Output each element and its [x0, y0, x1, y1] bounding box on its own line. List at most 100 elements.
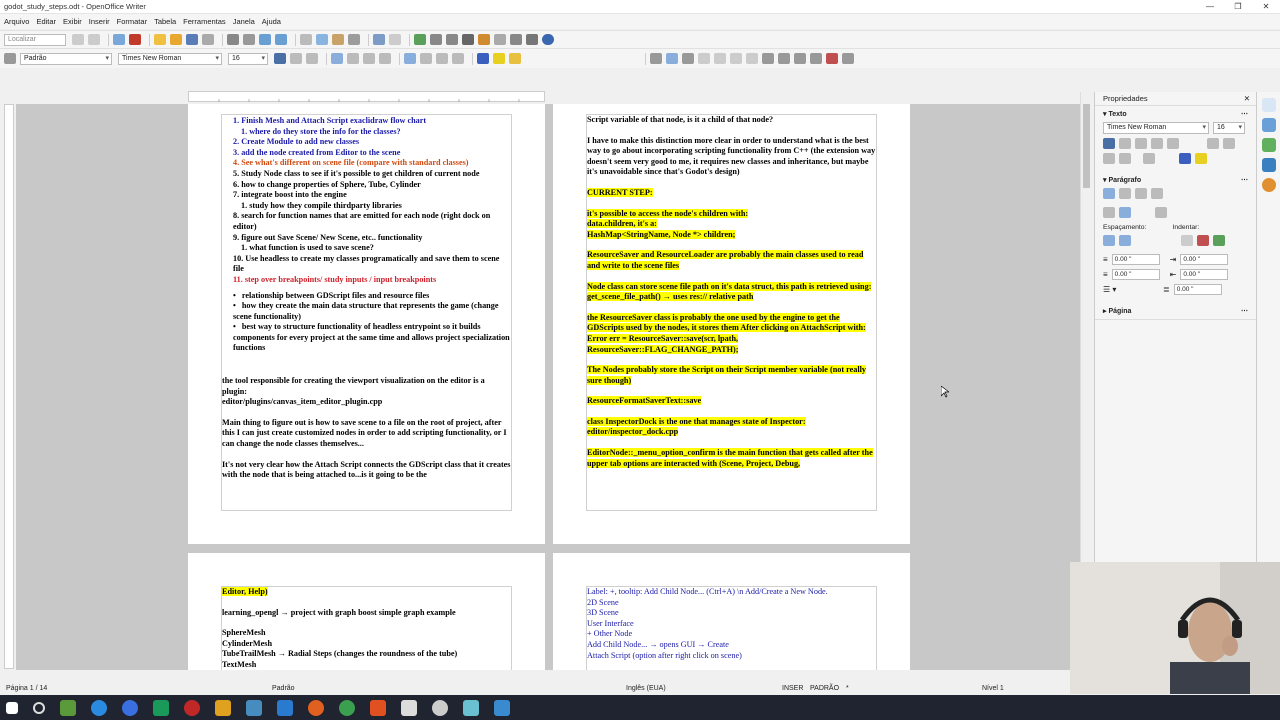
increase-indent-icon[interactable] — [1181, 235, 1193, 246]
export-pdf-icon[interactable] — [129, 34, 141, 45]
text-frame-left-2[interactable]: Editor, Help) learning_opengl → project … — [221, 586, 512, 670]
close-icon[interactable]: ✕ — [1244, 94, 1250, 103]
align-right-icon[interactable] — [1135, 188, 1147, 199]
font-name-select[interactable]: Times New Roman — [118, 52, 222, 65]
file-explorer-icon[interactable] — [215, 699, 231, 716]
bullets-icon[interactable] — [420, 53, 432, 64]
align-right-icon[interactable] — [363, 53, 375, 64]
numbering-icon[interactable] — [1119, 207, 1131, 218]
app-icon[interactable] — [463, 699, 479, 716]
italic-icon[interactable] — [290, 53, 302, 64]
demote-subpoints-icon[interactable] — [730, 53, 742, 64]
grow-font-icon[interactable] — [1207, 138, 1219, 149]
styles-icon[interactable] — [4, 53, 16, 64]
app-icon[interactable] — [91, 699, 107, 716]
print-preview-icon[interactable] — [243, 34, 255, 45]
bold-icon[interactable] — [274, 53, 286, 64]
styles-tab-icon[interactable] — [1262, 118, 1276, 132]
menu-view[interactable]: Exibir — [63, 17, 82, 26]
decrease-indent-icon[interactable] — [436, 53, 448, 64]
numbering-icon[interactable] — [404, 53, 416, 64]
strikethrough-icon[interactable] — [1151, 138, 1163, 149]
maximize-button[interactable]: ❐ — [1224, 0, 1252, 14]
undo-icon[interactable] — [373, 34, 385, 45]
paste-icon[interactable] — [332, 34, 344, 45]
app-icon[interactable] — [432, 699, 448, 716]
line-spacing-icon[interactable]: ☰ ▾ — [1103, 285, 1163, 294]
spellcheck-icon[interactable] — [259, 34, 271, 45]
page-indicator[interactable]: Página 1 / 14 — [6, 685, 47, 692]
menu-format[interactable]: Formatar — [117, 17, 147, 26]
hanging-indent-icon[interactable] — [1213, 235, 1225, 246]
vscode-icon[interactable] — [277, 699, 293, 716]
firefox-icon[interactable] — [308, 699, 324, 716]
highlight-icon[interactable] — [493, 53, 505, 64]
new-document-icon[interactable] — [154, 34, 166, 45]
app-icon[interactable] — [494, 699, 510, 716]
navigator-icon[interactable] — [462, 34, 474, 45]
page-style[interactable]: Padrão — [272, 685, 295, 692]
copy-icon[interactable] — [316, 34, 328, 45]
demote-icon[interactable] — [698, 53, 710, 64]
sidebar-font-name[interactable]: Times New Roman — [1103, 122, 1209, 134]
edit-file-icon[interactable] — [113, 34, 125, 45]
menu-help[interactable]: Ajuda — [262, 17, 281, 26]
minimize-button[interactable]: — — [1196, 0, 1224, 14]
app-icon[interactable] — [60, 699, 76, 716]
decrease-spacing-icon[interactable] — [1119, 235, 1131, 246]
align-center-icon[interactable] — [1119, 188, 1131, 199]
close-button[interactable]: ✕ — [1252, 0, 1280, 14]
justify-icon[interactable] — [1151, 188, 1163, 199]
functions-tab-icon[interactable] — [1262, 178, 1276, 192]
text-frame-right[interactable]: Script variable of that node, is it a ch… — [586, 114, 877, 511]
outline-numbering-icon[interactable] — [666, 53, 678, 64]
menu-edit[interactable]: Editar — [36, 17, 56, 26]
no-list-icon[interactable] — [682, 53, 694, 64]
paragraph-background-icon[interactable] — [1155, 207, 1167, 218]
superscript-icon[interactable] — [1103, 153, 1115, 164]
shadow-icon[interactable] — [1167, 138, 1179, 149]
app-icon[interactable] — [184, 699, 200, 716]
page-section-header[interactable]: ▸ Página ⋯ — [1095, 303, 1256, 320]
paragraph-section-header[interactable]: ▾ Parágrafo ⋯ — [1095, 172, 1256, 186]
horizontal-ruler[interactable] — [188, 91, 545, 102]
find-input[interactable]: Localizar — [4, 33, 66, 46]
gallery-icon[interactable] — [478, 34, 490, 45]
navigator-tab-icon[interactable] — [1262, 158, 1276, 172]
redo-icon[interactable] — [389, 34, 401, 45]
move-up-icon[interactable] — [762, 53, 774, 64]
bullets-icon[interactable] — [1103, 207, 1115, 218]
scrollbar-thumb[interactable] — [1083, 104, 1090, 188]
before-indent-input[interactable]: 0.00 " — [1180, 254, 1229, 265]
email-icon[interactable] — [202, 34, 214, 45]
app-icon[interactable] — [122, 699, 138, 716]
subscript-icon[interactable] — [1119, 153, 1131, 164]
font-color-icon[interactable] — [1179, 153, 1191, 164]
cut-icon[interactable] — [300, 34, 312, 45]
app-icon[interactable] — [153, 699, 169, 716]
font-color-icon[interactable] — [477, 53, 489, 64]
align-left-icon[interactable] — [331, 53, 343, 64]
align-center-icon[interactable] — [347, 53, 359, 64]
underline-icon[interactable] — [1135, 138, 1147, 149]
justify-icon[interactable] — [379, 53, 391, 64]
vertical-ruler[interactable] — [4, 104, 14, 669]
find-prev-icon[interactable] — [88, 34, 100, 45]
chrome-icon[interactable] — [339, 699, 355, 716]
text-frame-left[interactable]: 1. Finish Mesh and Attach Script exaclid… — [221, 114, 512, 511]
above-spacing-input[interactable]: 0.00 " — [1111, 254, 1160, 265]
increase-indent-icon[interactable] — [452, 53, 464, 64]
move-down-subpoints-icon[interactable] — [810, 53, 822, 64]
outline-bullets-icon[interactable] — [650, 53, 662, 64]
sidebar-font-size[interactable]: 16 — [1213, 122, 1245, 134]
highlight-icon[interactable] — [1195, 153, 1207, 164]
hyperlink-icon[interactable] — [414, 34, 426, 45]
formatting-marks-icon[interactable] — [510, 34, 522, 45]
menu-table[interactable]: Tabela — [154, 17, 176, 26]
show-draw-functions-icon[interactable] — [446, 34, 458, 45]
menu-window[interactable]: Janela — [233, 17, 255, 26]
decrease-indent-icon[interactable] — [1197, 235, 1209, 246]
text-section-header[interactable]: ▾ Texto ⋯ — [1095, 106, 1256, 120]
print-icon[interactable] — [227, 34, 239, 45]
numbering-settings-icon[interactable] — [842, 53, 854, 64]
